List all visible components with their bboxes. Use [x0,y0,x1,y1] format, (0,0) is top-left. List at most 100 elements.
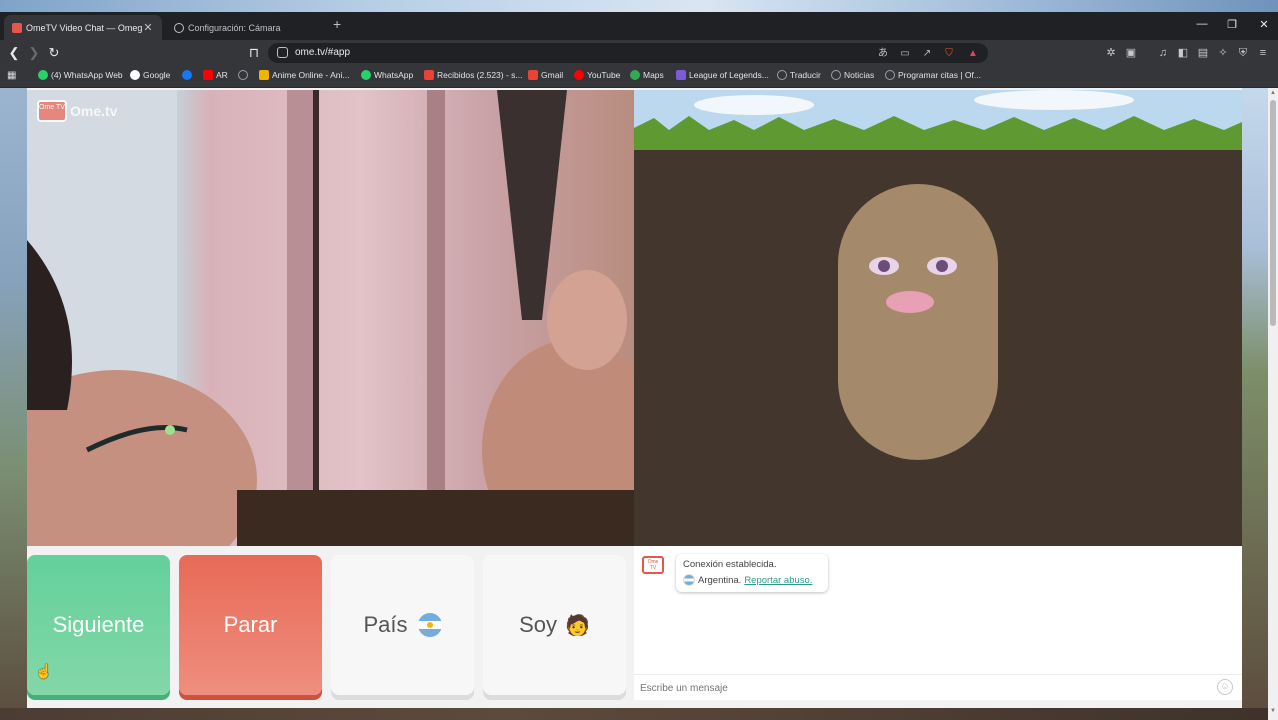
address-bar[interactable]: ome.tv/#app あ ▭ ↗ ⛉ ▲ [268,43,988,63]
apps-grid-icon[interactable]: ▦ [7,70,16,81]
ometv-logo: Ome TV Ome.tv [37,100,117,122]
scroll-up-icon[interactable]: ▲ [1269,90,1277,96]
globe-icon [238,70,248,80]
forward-icon[interactable]: ❯ [26,45,42,61]
reload-icon[interactable]: ↻ [46,45,62,61]
vpn-shield-icon[interactable]: ⛨ [1236,46,1250,60]
bookmark-recibidos[interactable]: Recibidos (2.523) - s... [424,70,523,80]
close-window-icon[interactable]: ✕ [1254,18,1274,31]
media-icon[interactable]: ♫ [1156,46,1170,60]
mouse-cursor-icon: ☝ [35,663,53,679]
bookmarks-bar: ▦ (4) WhatsApp Web Google AR Anime Onlin… [0,66,1278,88]
close-tab-icon[interactable]: ✕ [142,21,154,34]
bookmark-whatsapp[interactable]: WhatsApp [361,70,413,80]
bookmark-programar-citas[interactable]: Programar citas | Of... [885,70,981,80]
next-button-label: Siguiente [52,612,145,637]
globe-icon [831,70,841,80]
argentina-flag-icon [417,613,442,637]
brave-rewards-icon[interactable]: ▲ [967,48,979,60]
gmail-icon [424,70,434,80]
wallet-card-icon[interactable]: ▤ [1196,46,1210,60]
remote-video [634,90,1242,546]
url-text: ome.tv/#app [295,47,351,58]
argentina-flag-icon [683,574,695,586]
partner-country-text: Argentina. [698,574,742,586]
ometv-logo-box: Ome TV [37,100,67,122]
bookmark-traducir[interactable]: Traducir [777,70,821,80]
tab-ometv[interactable]: OmeTV Video Chat — Omeg ✕ [4,15,162,40]
wallet-icon[interactable]: ▣ [1124,46,1138,60]
globe-icon [777,70,787,80]
bookmark-noticias[interactable]: Noticias [831,70,874,80]
new-tab-icon[interactable]: + [333,16,341,32]
ometv-favicon-icon [12,22,22,33]
globe-icon [885,70,895,80]
message-input[interactable] [640,680,1200,696]
share-icon[interactable]: ↗ [921,48,933,60]
page-background-bottom [0,708,1268,720]
ometv-page: Ome TV Ome.tv Siguiente Parar País Soy 🧑… [0,88,1278,720]
bookmark-gmail[interactable]: Gmail [528,70,563,80]
anime-icon [259,70,269,80]
page-background-right [1242,88,1268,720]
bookmark-icon[interactable]: ⊓ [246,45,262,61]
stop-button[interactable]: Parar [179,555,322,695]
cast-icon[interactable]: ▭ [899,48,911,60]
facebook-icon [182,70,192,80]
system-message: Conexión establecida. Argentina. Reporta… [676,554,828,592]
chat-input-bar: ☺ [634,674,1242,700]
stop-button-label: Parar [223,612,278,637]
bookmark-anime-online[interactable]: Anime Online - Ani... [259,70,349,80]
minimize-icon[interactable]: — [1192,18,1212,30]
emoji-icon[interactable]: ☺ [1217,679,1233,695]
connection-status-text: Conexión establecida. [683,559,777,570]
google-icon [130,70,140,80]
local-video: Ome TV Ome.tv [27,90,634,546]
chat-panel: Ome TV Conexión establecida. Argentina. … [634,546,1242,700]
scroll-down-icon[interactable]: ▼ [1269,708,1277,714]
maps-icon [630,70,640,80]
site-info-icon[interactable] [277,47,288,58]
bookmark-whatsapp-web[interactable]: (4) WhatsApp Web [38,70,123,80]
whatsapp-icon [361,70,371,80]
translate-icon[interactable]: あ [877,48,889,60]
bookmark-league-of-legends[interactable]: League of Legends... [676,70,769,80]
gender-button[interactable]: Soy 🧑 [483,555,626,695]
restore-icon[interactable]: ❐ [1222,18,1242,31]
gmail-icon [528,70,538,80]
lol-icon [676,70,686,80]
youtube-icon [574,70,584,80]
tab-camera-settings[interactable]: Configuración: Cámara [166,15,326,40]
desktop-background-strip [0,0,1278,12]
youtube-icon [203,70,213,80]
scrollbar-thumb[interactable] [1270,100,1276,326]
country-button-label: País [363,612,408,637]
bookmark-globe[interactable] [238,70,251,80]
person-icon: 🧑 [565,614,590,637]
bookmark-youtube[interactable]: YouTube [574,70,620,80]
remote-video-scene [634,90,1242,546]
tab-bar: OmeTV Video Chat — Omeg ✕ Configuración:… [0,12,1278,40]
bookmark-facebook[interactable] [182,70,195,80]
brave-shield-icon[interactable]: ⛉ [943,48,955,60]
leo-ai-icon[interactable]: ✧ [1216,46,1230,60]
report-abuse-link[interactable]: Reportar abuso. [744,575,812,586]
gender-button-label: Soy [519,612,557,637]
back-icon[interactable]: ❮ [6,45,22,61]
tab-title: Configuración: Cámara [188,22,281,33]
bookmark-ar[interactable]: AR [203,70,228,80]
sidebar-icon[interactable]: ◧ [1176,46,1190,60]
bookmark-google[interactable]: Google [130,70,170,80]
country-filter-button[interactable]: País [331,555,474,695]
local-video-scene [27,90,634,546]
ometv-logo-text: Ome.tv [70,103,118,119]
page-scrollbar[interactable]: ▲ ▼ [1268,88,1278,720]
browser-toolbar: ❮ ❯ ↻ ⊓ ome.tv/#app あ ▭ ↗ ⛉ ▲ [0,40,1278,66]
bookmark-maps[interactable]: Maps [630,70,664,80]
settings-gear-icon [174,22,184,33]
extensions-icon[interactable]: ✲ [1104,46,1118,60]
tab-title: OmeTV Video Chat — Omeg [26,22,142,33]
page-background-left [0,88,27,720]
menu-icon[interactable]: ≡ [1256,46,1270,60]
ometv-chat-logo-icon: Ome TV [642,556,664,574]
